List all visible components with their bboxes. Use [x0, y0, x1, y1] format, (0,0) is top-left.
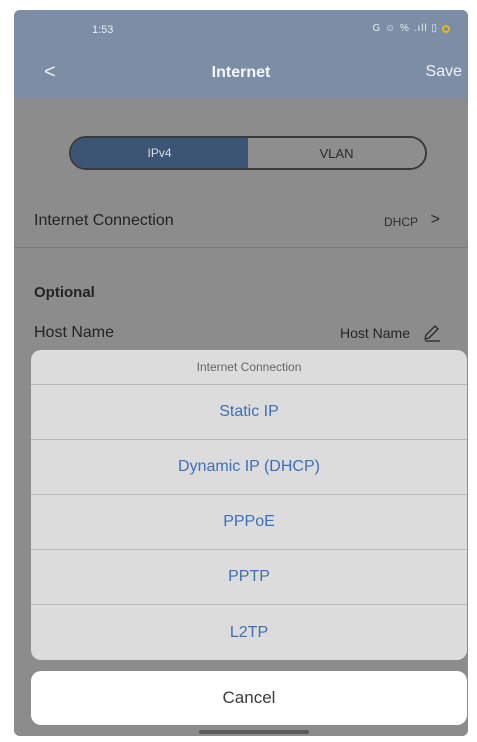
- option-dynamic-ip[interactable]: Dynamic IP (DHCP): [31, 440, 467, 495]
- save-button[interactable]: Save: [426, 63, 462, 81]
- option-static-ip[interactable]: Static IP: [31, 385, 467, 440]
- app-header: 1:53 G ☺ % .ıll ▯ < Internet Save: [14, 10, 468, 98]
- ip-type-segmented-control: IPv4 VLAN: [69, 136, 427, 170]
- status-time: 1:53: [92, 24, 114, 36]
- internet-connection-row[interactable]: Internet Connection DHCP >: [14, 198, 468, 248]
- chevron-right-icon: >: [430, 211, 440, 228]
- host-name-label: Host Name: [34, 324, 115, 341]
- option-pppoe[interactable]: PPPoE: [31, 495, 467, 550]
- tab-vlan[interactable]: VLAN: [248, 138, 425, 168]
- action-sheet-title: Internet Connection: [31, 350, 467, 385]
- page-title: Internet: [211, 64, 271, 81]
- home-indicator: [199, 730, 309, 734]
- host-name-input[interactable]: Host Name: [340, 325, 410, 341]
- phone-screen: 1:53 G ☺ % .ıll ▯ < Internet Save IPv4 V…: [14, 10, 468, 736]
- internet-connection-label: Internet Connection: [34, 212, 174, 229]
- status-icons: G ☺ % .ıll ▯: [372, 23, 450, 34]
- internet-connection-value: DHCP: [383, 215, 418, 229]
- battery-icon: [442, 24, 450, 33]
- option-pptp[interactable]: PPTP: [31, 550, 467, 605]
- option-l2tp[interactable]: L2TP: [31, 605, 467, 660]
- tab-ipv4[interactable]: IPv4: [71, 138, 248, 168]
- pencil-icon[interactable]: [422, 323, 442, 343]
- optional-section-title: Optional: [34, 284, 95, 301]
- cancel-button[interactable]: Cancel: [31, 671, 467, 725]
- status-icon-text: G ☺ % .ıll ▯: [372, 23, 438, 34]
- connection-type-action-sheet: Internet Connection Static IP Dynamic IP…: [31, 350, 467, 660]
